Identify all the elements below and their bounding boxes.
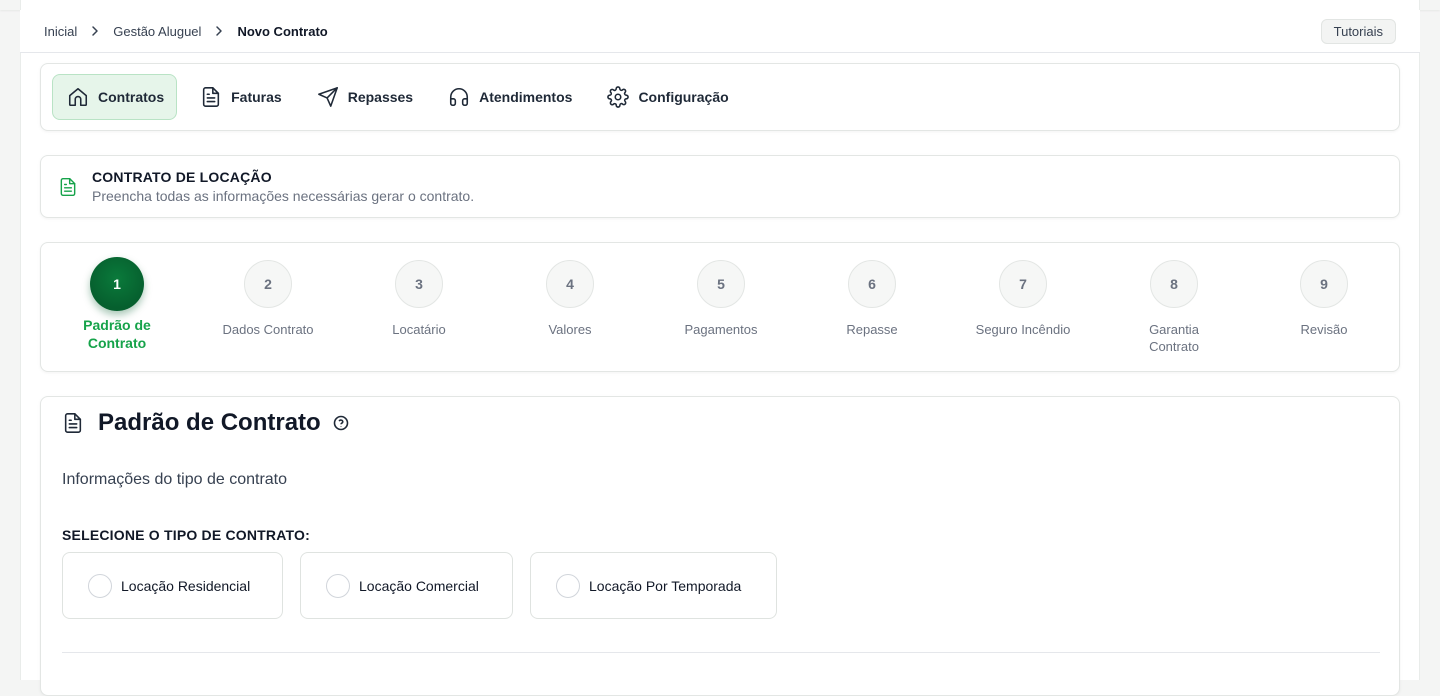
step-8[interactable]: 8 Garantia Contrato <box>1099 243 1249 355</box>
option-label: Locação Por Temporada <box>589 577 742 594</box>
section-header: Padrão de Contrato <box>62 409 349 437</box>
tutorials-button[interactable]: Tutoriais <box>1320 19 1396 44</box>
step-number: 3 <box>395 260 443 308</box>
radio-button[interactable] <box>556 573 580 598</box>
step-5[interactable]: 5 Pagamentos <box>646 243 796 338</box>
step-label: Valores <box>548 322 592 337</box>
stepper: 1 Padrão de Contrato 2 Dados Contrato 3 … <box>40 242 1400 372</box>
contract-standard-section: Padrão de Contrato Informações do tipo d… <box>40 396 1400 696</box>
nav-repasses[interactable]: Repasses <box>303 74 425 120</box>
nav-label: Contratos <box>98 89 165 105</box>
section-subtitle: Informações do tipo de contrato <box>62 471 288 488</box>
step-9[interactable]: 9 Revisão <box>1249 243 1399 338</box>
step-4[interactable]: 4 Valores <box>495 243 645 338</box>
step-2[interactable]: 2 Dados Contrato <box>193 243 343 338</box>
nav-label: Repasses <box>347 89 414 105</box>
chevron-right-icon <box>201 25 237 37</box>
home-icon <box>68 87 88 107</box>
step-number: 5 <box>697 260 745 308</box>
nav-label: Faturas <box>231 89 282 105</box>
step-1[interactable]: 1 Padrão de Contrato <box>42 243 192 352</box>
step-label: Dados Contrato <box>222 322 314 337</box>
radio-button[interactable] <box>88 573 112 598</box>
info-title: CONTRATO DE LOCAÇÃO <box>92 169 272 185</box>
contract-info-banner: CONTRATO DE LOCAÇÃO Preencha todas as in… <box>40 155 1400 218</box>
step-label: Padrão de Contrato <box>83 317 151 351</box>
step-number: 2 <box>244 260 292 308</box>
step-number: 9 <box>1300 260 1348 308</box>
step-label: Garantia Contrato <box>1149 322 1199 354</box>
contract-type-label: SELECIONE O TIPO DE CONTRATO: <box>62 527 310 543</box>
step-label: Seguro Incêndio <box>975 322 1071 337</box>
option-label: Locação Comercial <box>359 577 479 594</box>
nav-label: Atendimentos <box>479 89 573 105</box>
breadcrumb-home[interactable]: Inicial <box>44 24 77 39</box>
step-number: 8 <box>1150 260 1198 308</box>
nav-atendimentos[interactable]: Atendimentos <box>434 74 584 120</box>
breadcrumb: Inicial Gestão Aluguel Novo Contrato Tut… <box>20 10 1420 53</box>
step-label: Locatário <box>392 322 446 337</box>
step-number: 1 <box>90 257 144 311</box>
gear-icon <box>607 86 630 108</box>
step-label: Repasse <box>846 322 898 337</box>
nav-faturas[interactable]: Faturas <box>186 74 294 120</box>
nav-configuracao[interactable]: Configuração <box>593 74 740 120</box>
divider <box>62 652 1380 653</box>
chevron-right-icon <box>77 25 113 37</box>
document-icon <box>64 413 82 433</box>
radio-button[interactable] <box>326 573 350 598</box>
breadcrumb-gestao-aluguel[interactable]: Gestão Aluguel <box>113 24 201 39</box>
document-icon <box>60 177 76 196</box>
step-number: 6 <box>848 260 896 308</box>
help-icon[interactable] <box>333 415 349 431</box>
option-locacao-temporada[interactable]: Locação Por Temporada <box>530 552 777 619</box>
step-label: Revisão <box>1300 322 1348 337</box>
step-number: 7 <box>999 260 1047 308</box>
headphones-icon <box>450 88 469 107</box>
step-number: 4 <box>546 260 594 308</box>
option-locacao-residencial[interactable]: Locação Residencial <box>62 552 283 619</box>
document-icon <box>203 87 220 107</box>
step-label: Pagamentos <box>684 322 758 337</box>
step-6[interactable]: 6 Repasse <box>797 243 947 338</box>
section-title: Padrão de Contrato <box>98 409 321 436</box>
option-locacao-comercial[interactable]: Locação Comercial <box>300 552 513 619</box>
send-icon <box>317 87 338 107</box>
option-label: Locação Residencial <box>121 577 251 594</box>
step-3[interactable]: 3 Locatário <box>344 243 494 338</box>
step-7[interactable]: 7 Seguro Incêndio <box>948 243 1098 338</box>
info-subtitle: Preencha todas as informações necessária… <box>92 188 475 204</box>
main-nav: Contratos Faturas Repasses Atendimentos … <box>40 63 1400 131</box>
nav-contratos[interactable]: Contratos <box>52 74 178 120</box>
contract-type-options: Locação Residencial Locação Comercial Lo… <box>62 552 777 619</box>
nav-label: Configuração <box>638 89 729 105</box>
breadcrumb-current: Novo Contrato <box>237 23 328 39</box>
